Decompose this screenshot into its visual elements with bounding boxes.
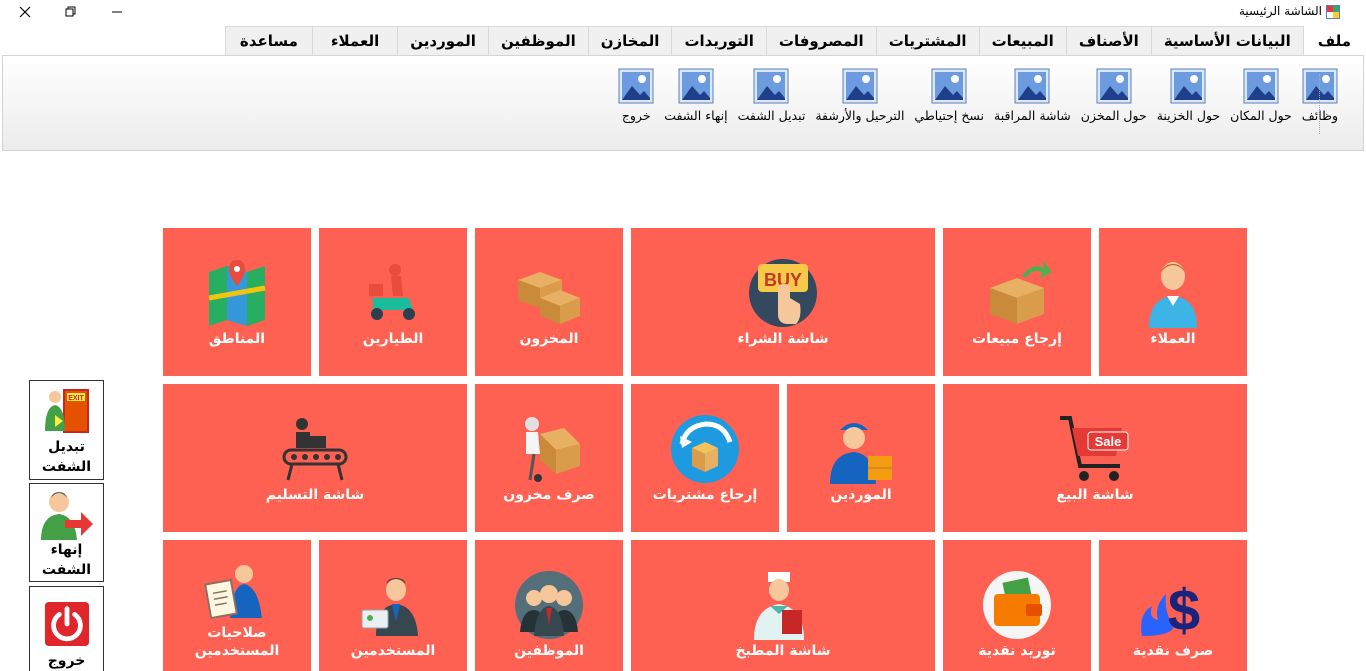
conveyor-icon xyxy=(282,418,348,481)
svg-text:$: $ xyxy=(1168,578,1200,640)
buy-icon: BUY xyxy=(749,259,817,327)
map-icon xyxy=(208,260,266,326)
tab-sales[interactable]: المبيعات xyxy=(978,26,1067,55)
box-refresh-icon xyxy=(671,415,739,483)
ribbon-item-about-store[interactable]: حول المخزن xyxy=(1076,68,1152,123)
close-icon xyxy=(19,6,31,18)
switch-shift-button[interactable]: EXIT تبديل الشفت xyxy=(29,380,104,480)
tile-purchase-return[interactable]: إرجاع مشتريات xyxy=(631,384,779,532)
ribbon-item-about-treasury[interactable]: حول الخزينة xyxy=(1152,68,1225,123)
chef-icon xyxy=(754,572,804,640)
tab-basic-data[interactable]: البيانات الأساسية xyxy=(1150,26,1304,55)
ribbon-item-exit[interactable]: خروج xyxy=(613,68,659,123)
power-icon xyxy=(44,601,89,647)
image-icon xyxy=(1096,68,1132,104)
ribbon-items: وظائف حول المكان حول الخزينة حول المخزن … xyxy=(613,68,1343,123)
svg-text:EXIT: EXIT xyxy=(68,395,84,402)
tile-suppliers[interactable]: الموردين xyxy=(787,384,935,532)
sale-cart-icon: Sale xyxy=(1060,416,1129,481)
image-icon xyxy=(1014,68,1050,104)
tab-help[interactable]: مساعدة xyxy=(224,26,313,55)
tile-employees[interactable]: الموظفين xyxy=(475,540,623,671)
app-icon xyxy=(1326,5,1340,19)
close-button[interactable] xyxy=(2,0,48,24)
clipboard-user-icon xyxy=(204,565,262,620)
user-id-icon xyxy=(361,578,418,636)
svg-text:Sale: Sale xyxy=(1095,434,1122,449)
tile-regions[interactable]: المناطق xyxy=(163,228,311,376)
tab-employees[interactable]: الموظفين xyxy=(487,26,589,55)
tab-items[interactable]: الأصناف xyxy=(1065,26,1152,55)
boxes-icon xyxy=(518,272,580,324)
tile-pilots[interactable]: الطيارين xyxy=(319,228,467,376)
restore-button[interactable] xyxy=(48,0,94,24)
ribbon-separator xyxy=(1318,74,1320,134)
tile-stock-issue[interactable]: صرف مخزون xyxy=(475,384,623,532)
logout-user-icon xyxy=(40,492,93,540)
exit-door-icon: EXIT xyxy=(44,389,89,433)
ribbon-item-backup[interactable]: نسخ إحتياطي xyxy=(909,68,989,123)
ribbon-panel: وظائف حول المكان حول الخزينة حول المخزن … xyxy=(2,55,1364,151)
tile-customers[interactable]: العملاء xyxy=(1099,228,1247,376)
tile-cash-out[interactable]: $ صرف نقدية xyxy=(1099,540,1247,671)
tab-stores[interactable]: المخازن xyxy=(587,26,673,55)
tab-purchases[interactable]: المشتريات xyxy=(875,26,980,55)
customer-icon xyxy=(1149,262,1197,328)
ribbon-item-archiving[interactable]: الترحيل والأرشفة xyxy=(810,68,909,123)
menu-tabs: ملف البيانات الأساسية الأصناف المبيعات ا… xyxy=(224,26,1366,56)
image-icon xyxy=(1170,68,1206,104)
exit-button[interactable]: خروج xyxy=(29,586,104,671)
tile-cash-in[interactable]: توريد نقدية xyxy=(943,540,1091,671)
end-shift-button[interactable]: إنهاء الشفت xyxy=(29,483,104,582)
image-icon xyxy=(753,68,789,104)
window-title: الشاشة الرئيسية xyxy=(1239,4,1322,18)
minimize-button[interactable] xyxy=(94,0,140,24)
restore-icon xyxy=(65,6,76,17)
ribbon-item-end-shift[interactable]: إنهاء الشفت xyxy=(659,68,732,123)
image-icon xyxy=(618,68,654,104)
dollar-fire-icon: $ xyxy=(1141,578,1200,640)
tile-stock[interactable]: المخزون xyxy=(475,228,623,376)
tab-suppliers[interactable]: الموردين xyxy=(397,26,489,55)
tile-user-permissions[interactable]: صلاحيات المستخدمين xyxy=(163,540,311,671)
tile-kitchen-screen[interactable]: شاشة المطبخ xyxy=(631,540,935,671)
tile-sales-screen[interactable]: Sale شاشة البيع xyxy=(943,384,1247,532)
wallet-icon xyxy=(983,571,1051,639)
title-bar: الشاشة الرئيسية xyxy=(0,0,1366,24)
ribbon-item-switch-shift[interactable]: تبديل الشفت xyxy=(733,68,811,123)
hand-truck-icon xyxy=(525,417,580,482)
tab-file[interactable]: ملف xyxy=(1302,26,1366,55)
image-icon xyxy=(842,68,878,104)
minimize-icon xyxy=(112,11,122,13)
tile-sales-return[interactable]: إرجاع مبيعات xyxy=(943,228,1091,376)
delivery-scooter-icon xyxy=(369,264,415,320)
tab-customers[interactable]: العملاء xyxy=(311,26,399,55)
ribbon-item-about-place[interactable]: حول المكان xyxy=(1225,68,1297,123)
tab-supplies[interactable]: التوريدات xyxy=(671,26,767,55)
image-icon xyxy=(931,68,967,104)
image-icon xyxy=(1243,68,1279,104)
ribbon-item-monitor-screen[interactable]: شاشة المراقبة xyxy=(989,68,1076,123)
tab-expenses[interactable]: المصروفات xyxy=(765,26,877,55)
tile-users[interactable]: المستخدمين xyxy=(319,540,467,671)
tile-purchase-screen[interactable]: BUY شاشة الشراء xyxy=(631,228,935,376)
tile-delivery-screen[interactable]: شاشة التسليم xyxy=(163,384,467,532)
box-return-icon xyxy=(990,260,1052,324)
delivery-worker-icon xyxy=(830,423,892,484)
image-icon xyxy=(678,68,714,104)
team-icon xyxy=(515,571,583,639)
